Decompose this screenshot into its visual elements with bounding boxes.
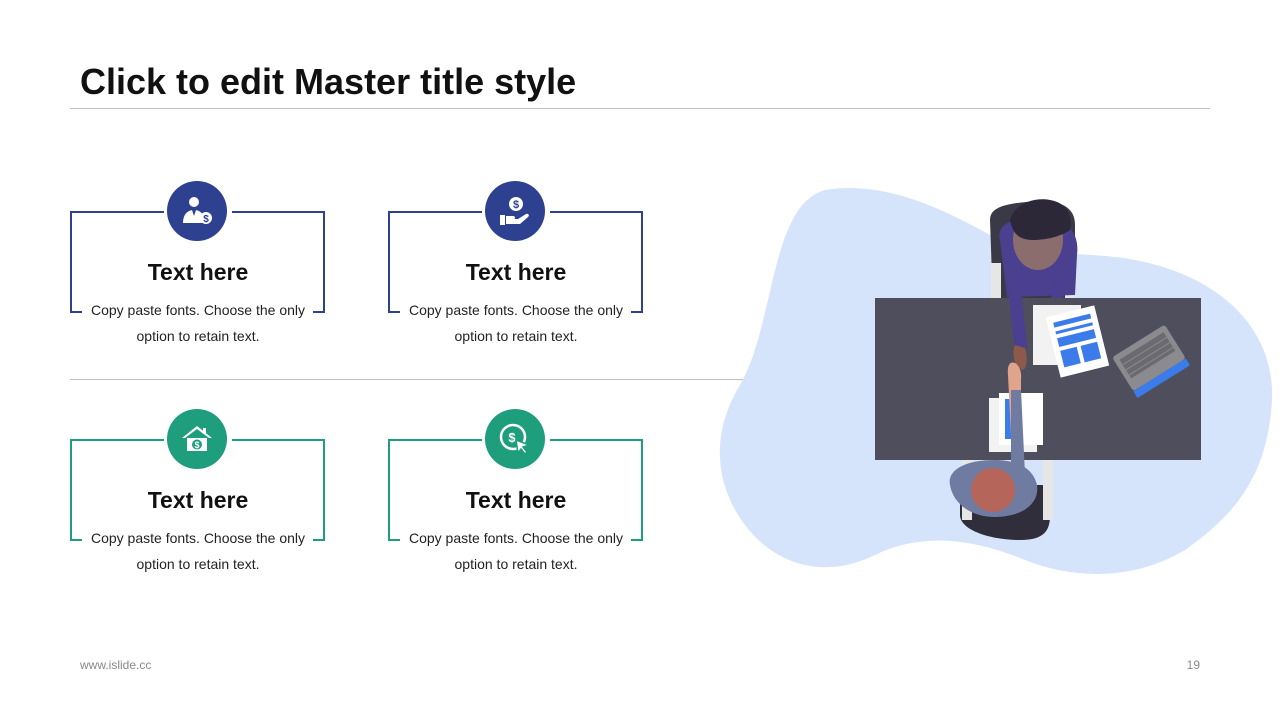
feature-card-4: $ Text here Copy paste fonts. Choose the… (388, 409, 644, 599)
card-body[interactable]: Copy paste fonts. Choose the only option… (88, 297, 308, 349)
card-body[interactable]: Copy paste fonts. Choose the only option… (406, 525, 626, 577)
card-body[interactable]: Copy paste fonts. Choose the only option… (406, 297, 626, 349)
feature-card-3: $ Text here Copy paste fonts. Choose the… (70, 409, 326, 599)
feature-card-1: $ Text here Copy paste fonts. Choose the… (70, 181, 326, 371)
house-dollar-icon: $ (167, 409, 227, 469)
svg-text:$: $ (508, 430, 516, 445)
svg-text:$: $ (203, 214, 209, 225)
title-divider (70, 108, 1210, 109)
slide-title[interactable]: Click to edit Master title style (80, 60, 576, 104)
feature-card-2: $ Text here Copy paste fonts. Choose the… (388, 181, 644, 371)
dollar-click-icon: $ (485, 409, 545, 469)
footer-url[interactable]: www.islide.cc (80, 658, 151, 672)
svg-text:$: $ (513, 199, 519, 211)
card-title[interactable]: Text here (70, 259, 326, 286)
card-title[interactable]: Text here (388, 259, 644, 286)
card-title[interactable]: Text here (70, 487, 326, 514)
businessman-dollar-icon: $ (167, 181, 227, 241)
svg-text:$: $ (194, 440, 199, 450)
card-title[interactable]: Text here (388, 487, 644, 514)
page-number: 19 (1186, 658, 1200, 672)
card-body[interactable]: Copy paste fonts. Choose the only option… (88, 525, 308, 577)
handshake-illustration (719, 188, 1273, 574)
hand-coin-icon: $ (485, 181, 545, 241)
